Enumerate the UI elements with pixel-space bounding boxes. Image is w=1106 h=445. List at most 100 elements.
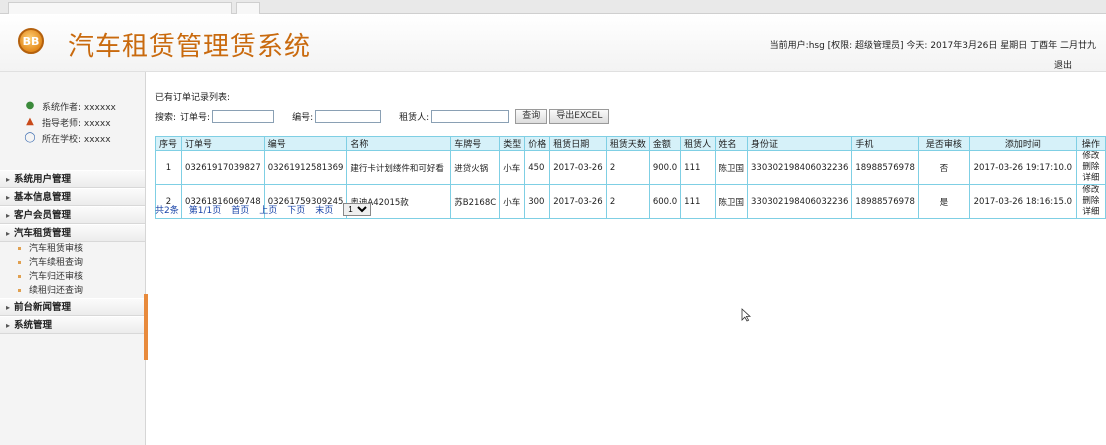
cell: 进贷火锅 — [450, 150, 501, 185]
col-header: 租赁人 — [680, 136, 716, 151]
edit-link[interactable]: 修改 — [1082, 152, 1099, 162]
submenu-label: 汽车租赁审核 — [29, 244, 84, 254]
cell: 18988576978 — [851, 184, 919, 219]
pager-total: 共2条 — [155, 205, 179, 216]
menu-basic-info[interactable]: ▸ 基本信息管理 — [0, 188, 145, 206]
renter-label: 租赁人: — [399, 112, 430, 123]
code-input[interactable] — [315, 109, 382, 123]
menu-label: 系统管理 — [14, 320, 53, 331]
submenu-return-query[interactable]: 续租归还查询 — [0, 284, 145, 298]
teacher-icon: ▲ — [26, 116, 34, 127]
cell: 450 — [524, 150, 551, 185]
cell: 2 — [605, 184, 650, 219]
col-header: 类型 — [499, 136, 526, 151]
order-input[interactable] — [212, 109, 275, 123]
cell: 苏B2168C — [450, 184, 501, 219]
mouse-cursor-icon — [741, 308, 751, 322]
query-button[interactable]: 查询 — [515, 108, 548, 124]
cell: 1 — [155, 150, 182, 185]
cell: 是 — [917, 184, 970, 219]
pager-prev[interactable]: 上页 — [259, 203, 277, 216]
submenu-label: 汽车归还审核 — [29, 272, 84, 282]
cell: 330302198406032236 — [747, 150, 853, 185]
table-header-row: 序号 订单号 编号 名称 车牌号 类型 价格 租赁日期 租赁天数 金额 租赁人 … — [155, 136, 1106, 151]
submenu-rental-review[interactable]: 汽车租赁审核 — [0, 242, 145, 256]
col-header: 姓名 — [714, 136, 749, 151]
col-header: 租赁日期 — [549, 136, 607, 151]
teacher-row: ▲ 指导老师: xxxxx — [24, 114, 145, 130]
table-row: 1 03261917039827 03261912581369 建行卡计划缕件和… — [155, 150, 1106, 185]
pager-last[interactable]: 末页 — [315, 203, 333, 216]
sidebar: ● 系统作者: xxxxxx ▲ 指导老师: xxxxx ◯ 所在学校: xxx… — [0, 72, 146, 445]
main-content: 已有订单记录列表: 搜索: 订单号: 编号: 租赁人: 查询 导出EXCEL 序… — [152, 72, 1106, 445]
list-caption: 已有订单记录列表: — [155, 93, 231, 103]
cell: 300 — [524, 184, 551, 219]
teacher-label: 指导老师: xxxxx — [42, 118, 111, 129]
detail-link[interactable]: 详细 — [1082, 173, 1099, 183]
cell: 陈卫国 — [714, 150, 749, 185]
bullet-icon — [18, 275, 21, 278]
menu-label: 客户会员管理 — [14, 210, 72, 221]
col-header: 序号 — [155, 136, 182, 151]
menu-customers[interactable]: ▸ 客户会员管理 — [0, 206, 145, 224]
pager-next[interactable]: 下页 — [287, 203, 305, 216]
menu-system-users[interactable]: ▸ 系统用户管理 — [0, 170, 145, 188]
chevron-right-icon: ▸ — [6, 211, 11, 220]
submenu-return-review[interactable]: 汽车归还审核 — [0, 270, 145, 284]
col-header: 编号 — [263, 136, 348, 151]
app-logo-icon: BB — [18, 28, 44, 54]
pager: 共2条 第1/1页 首页 上页 下页 末页 1 — [155, 202, 372, 216]
detail-link[interactable]: 详细 — [1082, 207, 1099, 217]
search-label: 搜索: — [155, 112, 177, 123]
browser-tab-new[interactable] — [236, 2, 260, 14]
cell: 小车 — [499, 184, 526, 219]
sidebar-menu: ▸ 系统用户管理 ▸ 基本信息管理 ▸ 客户会员管理 ▸ 汽车租赁管理 汽车租赁审核 汽… — [0, 170, 145, 334]
col-header: 手机 — [851, 136, 919, 151]
logout-link[interactable]: 退出 — [1054, 58, 1072, 71]
delete-link[interactable]: 删除 — [1082, 196, 1099, 206]
col-header: 名称 — [346, 136, 452, 151]
col-header: 操作 — [1075, 136, 1106, 151]
submenu-label: 续租归还查询 — [29, 286, 84, 296]
chevron-right-icon: ▸ — [6, 193, 11, 202]
chevron-right-icon: ▸ — [6, 303, 11, 312]
col-header: 金额 — [648, 136, 682, 151]
bullet-icon — [18, 289, 21, 292]
cell: 03261917039827 — [180, 150, 265, 185]
cell: 2017-03-26 — [549, 150, 607, 185]
menu-label: 前台新闻管理 — [14, 302, 72, 313]
col-header: 价格 — [524, 136, 551, 151]
menu-news[interactable]: ▸ 前台新闻管理 — [0, 298, 145, 316]
sidebar-splitter[interactable] — [144, 294, 148, 360]
cell: 陈卫国 — [714, 184, 749, 219]
page-select[interactable]: 1 — [343, 202, 372, 216]
menu-car-rental[interactable]: ▸ 汽车租赁管理 — [0, 224, 145, 242]
pager-first[interactable]: 首页 — [231, 203, 249, 216]
export-excel-button[interactable]: 导出EXCEL — [549, 108, 610, 124]
edit-link[interactable]: 修改 — [1082, 186, 1099, 196]
menu-label: 汽车租赁管理 — [14, 228, 72, 239]
school-icon: ◯ — [24, 132, 36, 143]
cell: 18988576978 — [851, 150, 919, 185]
cell: 2 — [605, 150, 650, 185]
menu-system[interactable]: ▸ 系统管理 — [0, 316, 145, 334]
code-label: 编号: — [292, 112, 314, 123]
col-header: 车牌号 — [450, 136, 501, 151]
browser-tab[interactable] — [8, 2, 232, 14]
col-header: 身份证 — [747, 136, 853, 151]
actions-cell: 修改 删除 详细 — [1075, 184, 1106, 219]
renter-input[interactable] — [431, 109, 510, 123]
app-header: BB 汽车租赁管理赁系统 当前用户:hsg [权限: 超级管理员] 今天: 20… — [0, 14, 1106, 72]
users-icon: ● — [25, 100, 35, 111]
cell: 建行卡计划缕件和可好看 — [346, 150, 452, 185]
cell: 2017-03-26 18:16:15.0 — [968, 184, 1077, 219]
browser-tab-strip — [0, 0, 1106, 14]
col-header: 添加时间 — [968, 136, 1077, 151]
sidebar-info: ● 系统作者: xxxxxx ▲ 指导老师: xxxxx ◯ 所在学校: xxx… — [0, 72, 145, 146]
app-title: 汽车租赁管理赁系统 — [68, 32, 312, 62]
cell: 111 — [680, 150, 716, 185]
cell: 2017-03-26 19:17:10.0 — [968, 150, 1077, 185]
delete-link[interactable]: 删除 — [1082, 162, 1099, 172]
chevron-right-icon: ▸ — [6, 321, 11, 330]
submenu-renewal-query[interactable]: 汽车续租查询 — [0, 256, 145, 270]
